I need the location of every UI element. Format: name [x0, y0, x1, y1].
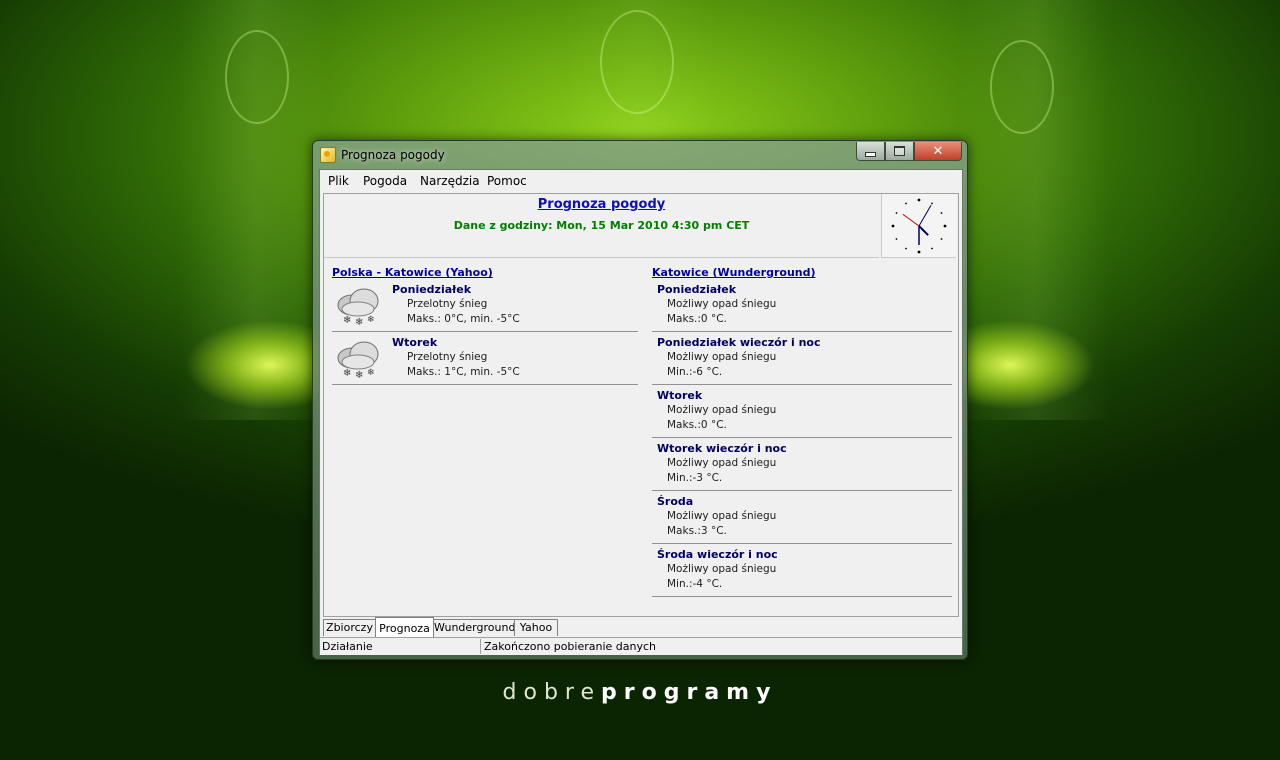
yahoo-list: ❄ ❄ ❄ Poniedziałek Przelotny śnieg Maks.… [332, 279, 638, 385]
maximize-button[interactable] [885, 142, 914, 161]
forecast-condition: Możliwy opad śniegu [667, 298, 777, 310]
clock-second-hand [902, 213, 920, 227]
weather-app-icon[interactable] [320, 147, 336, 163]
forecast-condition: Przelotny śnieg [407, 351, 488, 363]
minimize-button[interactable] [856, 142, 885, 161]
svg-text:❄: ❄ [367, 368, 375, 378]
tab-yahoo[interactable]: Yahoo [514, 619, 558, 636]
clock-tick [940, 238, 943, 240]
minimize-icon [865, 151, 876, 157]
menu-narzedzia[interactable]: Narzędzia [420, 174, 480, 188]
menu-bar: Plik Pogoda Narzędzia Pomoc [320, 170, 962, 191]
forecast-temperature: Min.:-6 °C. [667, 366, 723, 378]
forecast-temperature: Min.:-4 °C. [667, 578, 723, 590]
snow-cloud-icon: ❄ ❄ ❄ [337, 341, 379, 378]
status-left: Działanie [322, 640, 373, 653]
weather-window: Prognoza pogody ✕ Plik Pogoda Narzędzia … [312, 140, 968, 660]
clock-face [891, 198, 947, 254]
close-button[interactable]: ✕ [914, 142, 962, 161]
clock-tick [931, 247, 933, 250]
window-title: Prognoza pogody [341, 148, 445, 162]
svg-text:❄: ❄ [355, 370, 363, 378]
clock-tick [931, 202, 933, 205]
list-item: ❄ ❄ ❄ Wtorek Przelotny śnieg Maks.: 1°C,… [332, 332, 638, 385]
brand-logo: dobreprogramy [502, 680, 778, 705]
forecast-condition: Możliwy opad śniegu [667, 457, 777, 469]
status-right: Zakończono pobieranie danych [484, 640, 657, 653]
clock-tick [943, 224, 947, 228]
svg-text:❄: ❄ [343, 315, 351, 325]
yahoo-column: Polska - Katowice (Yahoo) ❄ ❄ ❄ Poniedzi… [332, 266, 638, 385]
background-swirl [990, 40, 1054, 134]
clock-tick [905, 202, 907, 205]
forecast-day: Wtorek [392, 336, 438, 349]
client-area: Plik Pogoda Narzędzia Pomoc Prognoza pog… [319, 169, 963, 655]
menu-plik[interactable]: Plik [328, 174, 349, 188]
forecast-day: Środa wieczór i noc [657, 548, 778, 561]
wunderground-title-link[interactable]: Katowice (Wunderground) [652, 266, 952, 279]
forecast-panel: Prognoza pogody Dane z godziny: Mon, 15 … [323, 193, 959, 617]
data-timestamp: Dane z godziny: Mon, 15 Mar 2010 4:30 pm… [453, 219, 750, 232]
svg-text:❄: ❄ [367, 315, 375, 325]
tab-prognoza[interactable]: Prognoza [375, 617, 434, 638]
forecast-temperature: Maks.: 1°C, min. -5°C [407, 366, 520, 378]
list-item: Poniedziałek Możliwy opad śniegu Maks.:0… [652, 279, 952, 332]
forecast-day: Wtorek [657, 389, 703, 402]
header-title-link[interactable]: Prognoza pogody [324, 197, 879, 212]
forecast-condition: Możliwy opad śniegu [667, 510, 777, 522]
wunderground-list: Poniedziałek Możliwy opad śniegu Maks.:0… [652, 279, 952, 597]
forecast-day: Poniedziałek [392, 283, 472, 296]
forecast-condition: Możliwy opad śniegu [667, 351, 777, 363]
close-icon: ✕ [932, 143, 944, 159]
clock-hour-hand [918, 225, 929, 236]
clock-tick [940, 212, 943, 214]
background-swirl [225, 30, 289, 124]
forecast-day: Wtorek wieczór i noc [657, 442, 787, 455]
status-bar: Działanie Zakończono pobieranie danych [320, 637, 962, 655]
list-item: ❄ ❄ ❄ Poniedziałek Przelotny śnieg Maks.… [332, 279, 638, 332]
clock-tick [905, 247, 907, 250]
forecast-condition: Przelotny śnieg [407, 298, 488, 310]
status-divider [480, 639, 481, 654]
forecast-condition: Możliwy opad śniegu [667, 404, 777, 416]
clock-tick [895, 238, 898, 240]
tab-zbiorczy[interactable]: Zbiorczy [323, 619, 376, 636]
list-item: Wtorek wieczór i noc Możliwy opad śniegu… [652, 438, 952, 491]
forecast-condition: Możliwy opad śniegu [667, 563, 777, 575]
clock-tick [895, 212, 898, 214]
snow-cloud-icon: ❄ ❄ ❄ [337, 288, 379, 325]
clock-tick [891, 224, 895, 228]
forecast-day: Środa [657, 495, 694, 508]
svg-text:❄: ❄ [355, 317, 363, 325]
maximize-icon [894, 146, 905, 156]
forecast-temperature: Maks.:0 °C. [667, 419, 727, 431]
clock-tick [917, 198, 921, 202]
list-item: Poniedziałek wieczór i noc Możliwy opad … [652, 332, 952, 385]
list-item: Wtorek Możliwy opad śniegu Maks.:0 °C. [652, 385, 952, 438]
svg-text:❄: ❄ [343, 368, 351, 378]
list-item: Środa Możliwy opad śniegu Maks.:3 °C. [652, 491, 952, 544]
caption-buttons: ✕ [856, 142, 962, 161]
forecast-temperature: Min.:-3 °C. [667, 472, 723, 484]
title-bar[interactable]: Prognoza pogody ✕ [313, 141, 967, 169]
forecast-day: Poniedziałek wieczór i noc [657, 336, 821, 349]
header-panel: Prognoza pogody Dane z godziny: Mon, 15 … [324, 194, 879, 258]
forecast-day: Poniedziałek [657, 283, 737, 296]
menu-pogoda[interactable]: Pogoda [363, 174, 407, 188]
forecast-temperature: Maks.: 0°C, min. -5°C [407, 313, 520, 325]
wunderground-column: Katowice (Wunderground) Poniedziałek Moż… [652, 266, 952, 597]
menu-pomoc[interactable]: Pomoc [487, 174, 527, 188]
clock-extra-hand [918, 204, 932, 227]
analog-clock [881, 194, 956, 258]
background-swirl [600, 10, 674, 114]
clock-tick [917, 250, 921, 254]
list-item: Środa wieczór i noc Możliwy opad śniegu … [652, 544, 952, 597]
yahoo-title-link[interactable]: Polska - Katowice (Yahoo) [332, 266, 638, 279]
tab-strip: Zbiorczy Prognoza Wunderground Yahoo [323, 617, 957, 638]
tab-wunderground[interactable]: Wunderground [433, 619, 515, 636]
forecast-temperature: Maks.:0 °C. [667, 313, 727, 325]
forecast-temperature: Maks.:3 °C. [667, 525, 727, 537]
